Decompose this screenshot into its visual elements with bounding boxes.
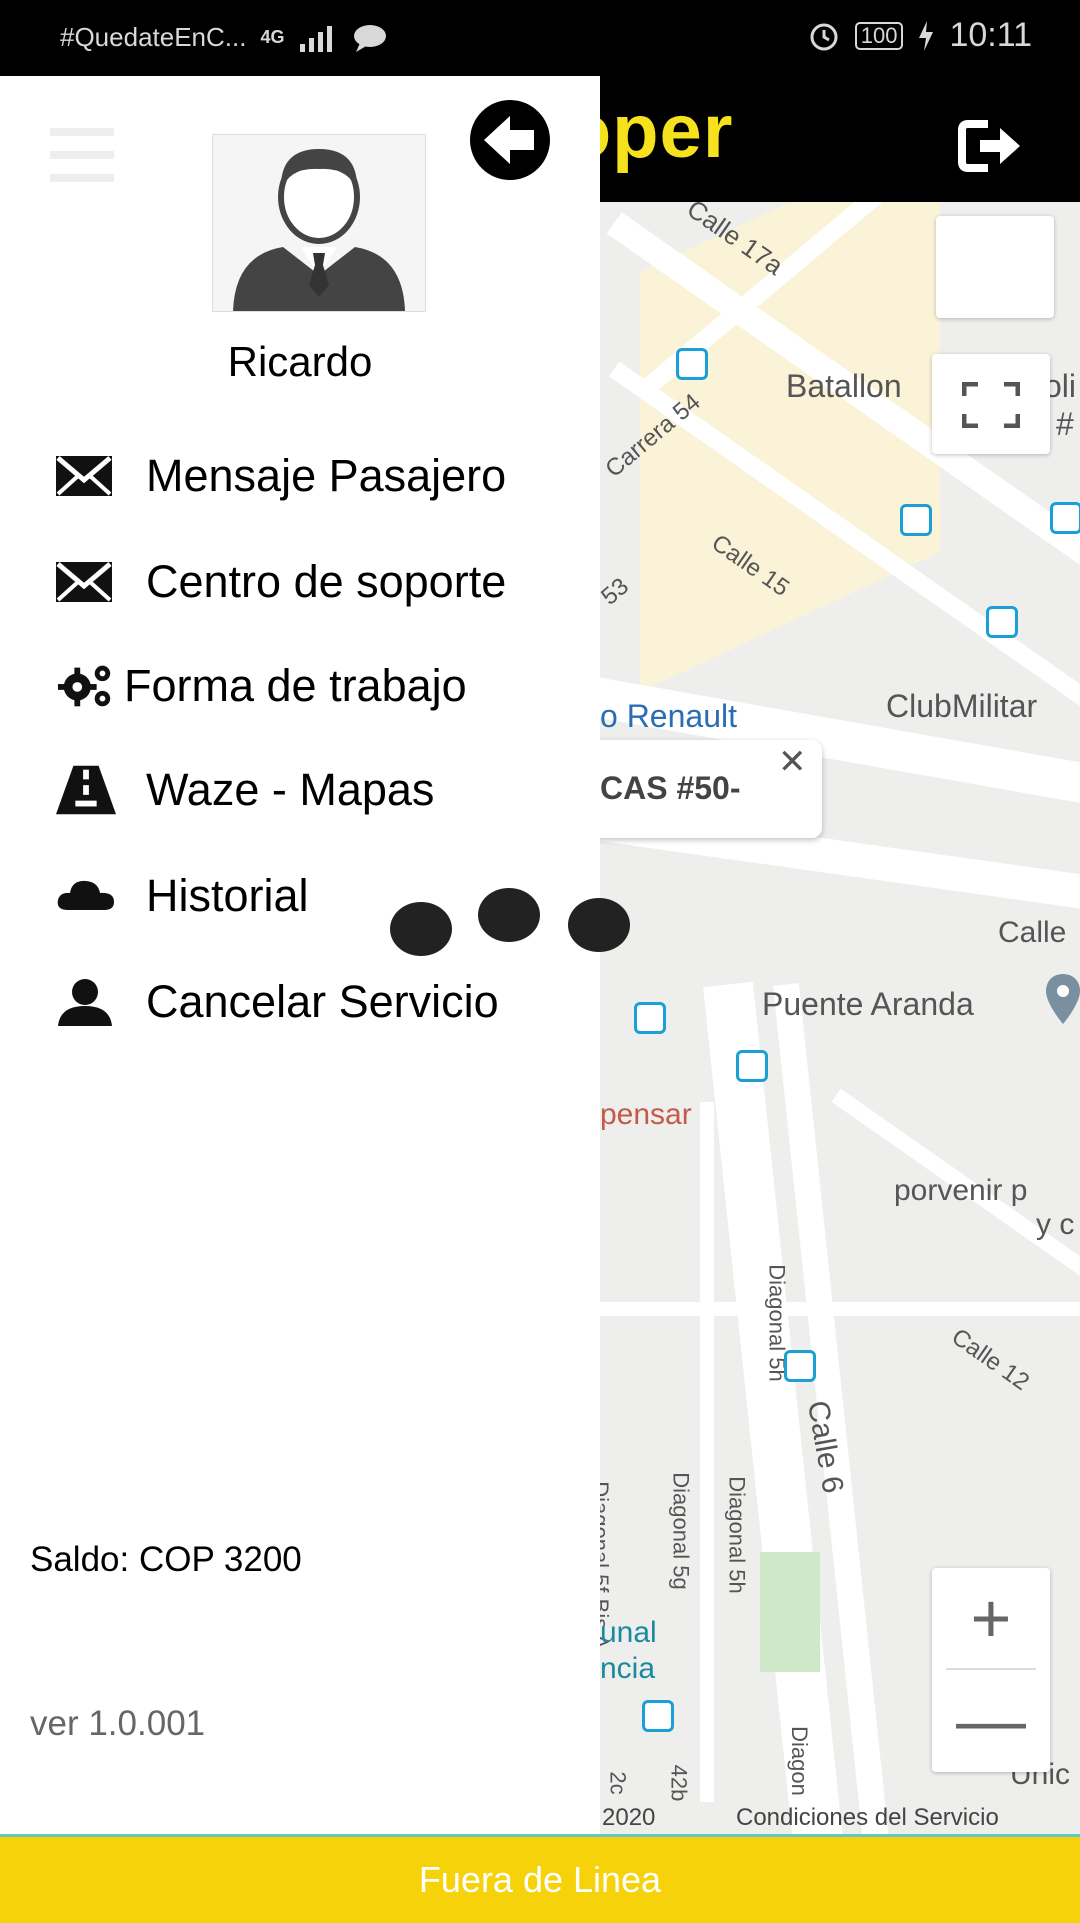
envelope-icon (56, 557, 116, 607)
hamburger-icon (50, 128, 114, 182)
map-pin-icon (1046, 974, 1080, 1024)
menu-item-label: Waze - Mapas (146, 764, 435, 815)
bus-stop-icon (634, 1002, 666, 1034)
menu-item-cancelar-servicio[interactable]: Cancelar Servicio (56, 962, 499, 1042)
bus-stop-icon (642, 1700, 674, 1732)
terms-link[interactable]: Condiciones del Servicio (736, 1804, 999, 1832)
map-label: Puente Aranda (762, 986, 974, 1022)
road-icon (56, 765, 116, 815)
map-layer-button[interactable] (936, 216, 1054, 318)
bus-stop-icon (676, 348, 708, 380)
fullscreen-icon (962, 382, 1020, 428)
fullscreen-button[interactable] (932, 354, 1050, 454)
map-label: 2c (605, 1771, 631, 1795)
menu-item-label: Forma de trabajo (124, 660, 467, 711)
menu-item-label: Mensaje Pasajero (146, 450, 507, 501)
status-bar: #QuedateEnC... 4G 100 10:11 (0, 0, 1080, 76)
balance-text: Saldo: COP 3200 (30, 1540, 302, 1579)
menu-item-historial[interactable]: Historial (56, 856, 309, 936)
menu-item-label: Historial (146, 870, 309, 921)
arrow-left-icon (484, 116, 534, 164)
close-icon[interactable]: ✕ (778, 742, 807, 782)
map-label: o Renault (600, 698, 737, 734)
status-notification-text: #QuedateEnC... (60, 22, 247, 52)
zoom-in-button[interactable]: + (932, 1568, 1050, 1668)
map-label: porvenir p (894, 1174, 1028, 1207)
map-label: Calle (998, 916, 1067, 949)
charging-icon (919, 20, 934, 51)
logout-button[interactable] (958, 118, 1024, 179)
map-label: Batallon (786, 368, 902, 404)
offline-status-button[interactable]: Fuera de Linea (0, 1834, 1080, 1923)
loading-dot (478, 888, 540, 942)
callout-text: CAS #50- (600, 770, 741, 806)
map-label: # (1056, 406, 1074, 442)
menu-item-label: Cancelar Servicio (146, 976, 499, 1027)
user-icon (56, 977, 116, 1027)
map-label: Calle 12 (946, 1323, 1035, 1396)
chat-bubble-icon (354, 24, 387, 52)
map-label: pensar (600, 1098, 692, 1131)
menu-item-mensaje-pasajero[interactable]: Mensaje Pasajero (56, 436, 506, 516)
map-copyright: 2020 (602, 1804, 656, 1831)
zoom-controls: + — (932, 1568, 1050, 1772)
menu-item-waze-mapas[interactable]: Waze - Mapas (56, 750, 434, 830)
signal-icon (300, 25, 333, 52)
user-avatar-icon (213, 135, 425, 311)
avatar (212, 134, 426, 312)
user-name: Ricardo (227, 338, 373, 385)
offline-status-label: Fuera de Linea (418, 1859, 662, 1900)
alarm-icon (810, 23, 838, 50)
bus-stop-icon (986, 606, 1018, 638)
map-callout[interactable]: CAS #50- ✕ (600, 740, 822, 838)
bus-stop-icon (784, 1350, 816, 1382)
map-label: ncia (600, 1652, 656, 1685)
cloud-icon (56, 871, 116, 921)
zoom-out-button[interactable]: — (932, 1670, 1050, 1770)
map-label: 53 (600, 572, 634, 611)
loading-dot (390, 902, 452, 956)
network-label: 4G (260, 27, 285, 47)
map-label: Diagonal 5g (668, 1472, 694, 1590)
menu-item-forma-de-trabajo[interactable]: Forma de trabajo (56, 646, 467, 726)
logout-icon (958, 120, 1020, 172)
map-label: y c (1036, 1208, 1075, 1241)
bus-stop-icon (900, 504, 932, 536)
map-footer: 2020 Condiciones del Servicio (600, 1800, 1080, 1834)
menu-item-label: Centro de soporte (146, 556, 507, 607)
bus-stop-icon (1050, 502, 1080, 534)
map-label: ClubMilitar (886, 688, 1038, 724)
menu-button[interactable] (50, 128, 114, 187)
version-text: ver 1.0.001 (30, 1704, 206, 1743)
menu-item-centro-de-soporte[interactable]: Centro de soporte (56, 542, 506, 622)
clock: 10:11 (949, 16, 1032, 54)
map-label: 42b (666, 1764, 692, 1802)
navigation-drawer: Ricardo Mensaje Pasajero Centro de sopor… (0, 76, 600, 1834)
envelope-icon (56, 451, 116, 501)
battery-indicator: 100 (854, 21, 904, 50)
map-label: Diagonal 5h (724, 1476, 750, 1594)
gears-icon (56, 661, 116, 711)
back-button[interactable] (470, 100, 550, 180)
loading-dot (568, 898, 630, 952)
map-label: Diagon (786, 1726, 812, 1796)
bus-stop-icon (736, 1050, 768, 1082)
map-label: unal (600, 1616, 657, 1649)
